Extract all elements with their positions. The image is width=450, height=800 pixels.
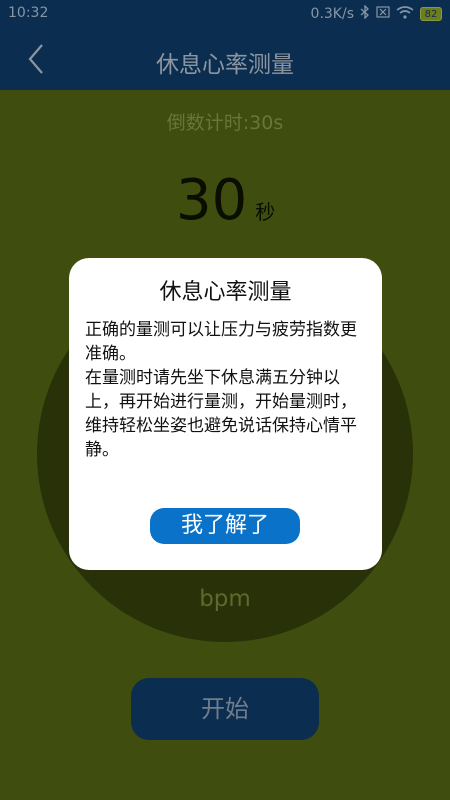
seconds-display: 30 秒 [176, 168, 275, 233]
info-dialog: 休息心率测量 正确的量测可以让压力与疲劳指数更准确。 在量测时请先坐下休息满五分… [69, 258, 382, 570]
seconds-value: 30 [176, 168, 248, 233]
start-button[interactable]: 开始 [131, 678, 319, 740]
wifi-icon [396, 5, 414, 23]
dialog-paragraph: 正确的量测可以让压力与疲劳指数更准确。 [85, 320, 357, 364]
page-title: 休息心率测量 [156, 52, 294, 78]
dialog-body: 正确的量测可以让压力与疲劳指数更准确。 在量测时请先坐下休息满五分钟以上，再开始… [85, 318, 368, 462]
dialog-title: 休息心率测量 [159, 280, 292, 305]
bluetooth-icon [360, 4, 370, 23]
dialog-paragraph: 在量测时请先坐下休息满五分钟以上，再开始进行量测，开始量测时，维持轻松坐姿也避免… [85, 368, 357, 460]
header-bar: 休息心率测量 [0, 28, 450, 90]
battery-icon: 82 [420, 7, 442, 21]
network-speed: 0.3K/s [310, 6, 354, 22]
confirm-button[interactable]: 我了解了 [150, 508, 300, 544]
seconds-unit: 秒 [255, 200, 276, 224]
status-bar: 10:32 0.3K/s 82 [0, 0, 450, 28]
status-time: 10:32 [8, 5, 49, 21]
bpm-label: bpm [199, 586, 251, 612]
no-sim-icon [376, 6, 390, 22]
status-icons: 0.3K/s 82 [310, 4, 442, 23]
countdown-label: 倒数计时:30s [166, 112, 284, 134]
